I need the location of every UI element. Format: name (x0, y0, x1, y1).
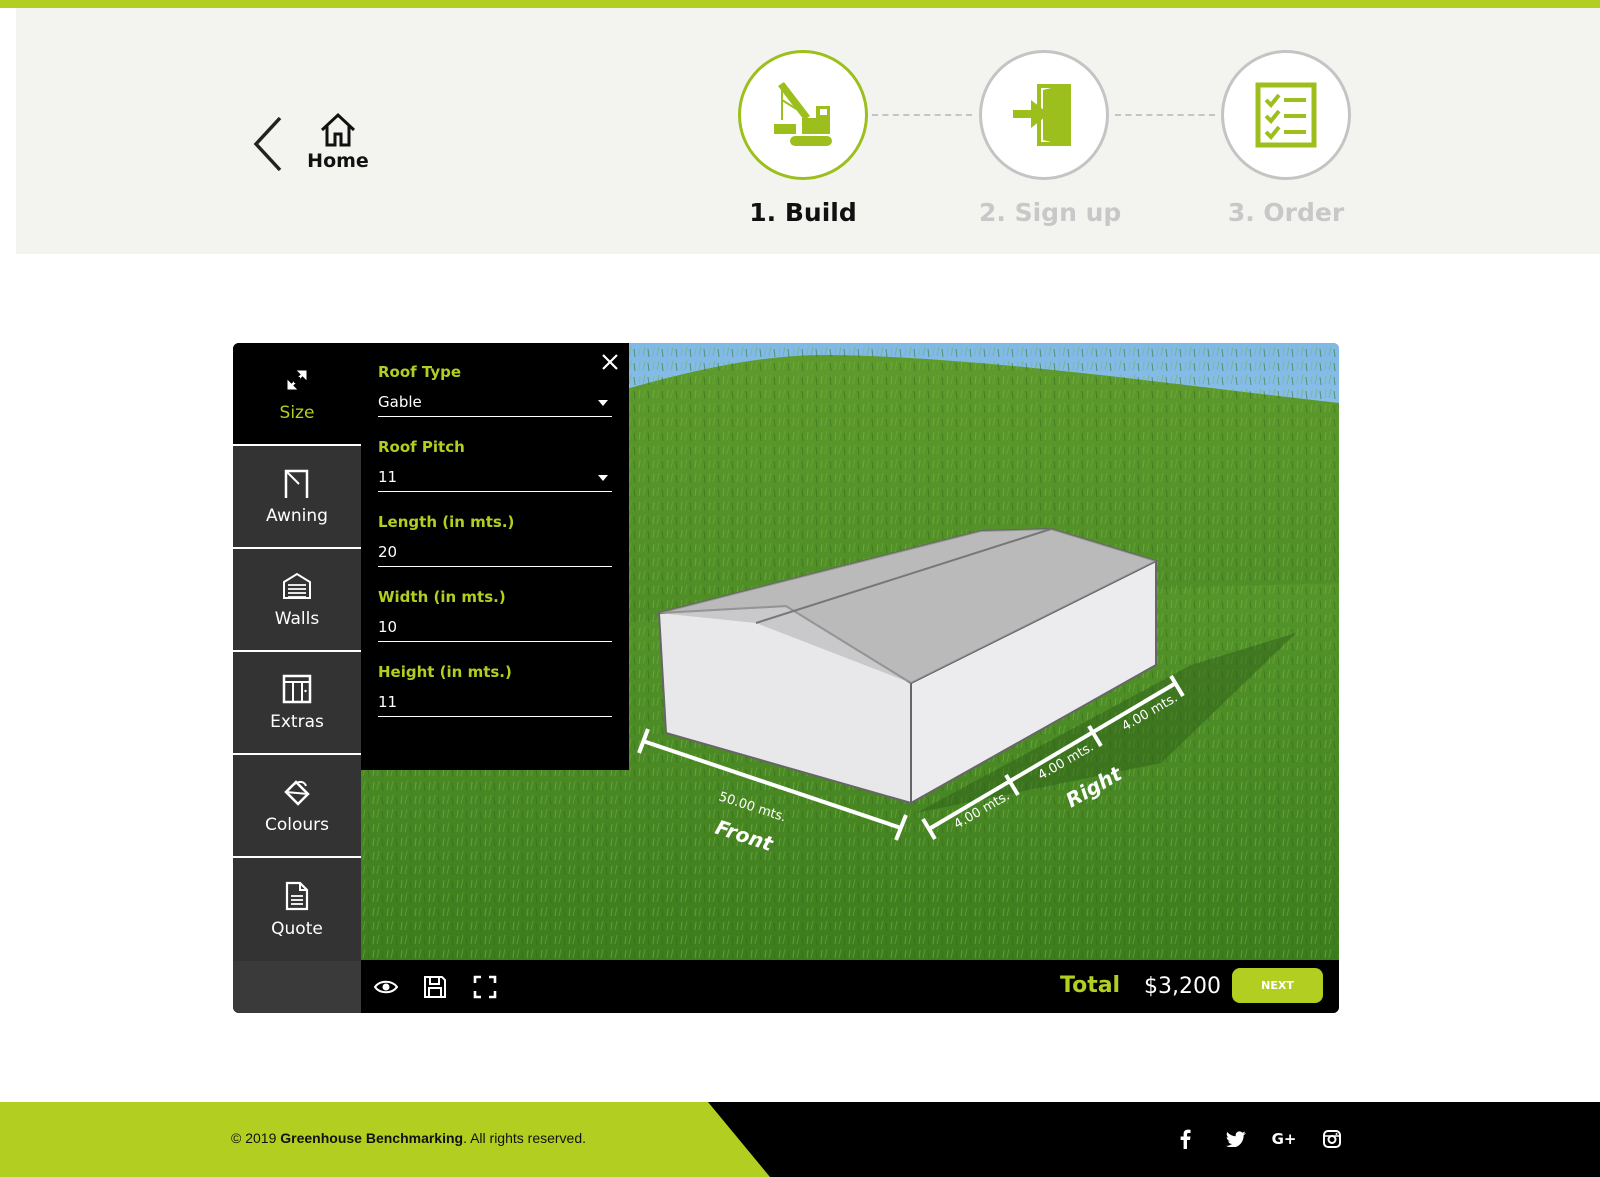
home-label[interactable]: Home (298, 150, 378, 172)
roof-type-value[interactable]: Gable (378, 393, 422, 411)
configurator: 50.00 mts. Front 4.00 mts. 4.00 mts. 4.0… (233, 343, 1339, 1013)
roof-pitch-select[interactable]: 11 (378, 462, 612, 492)
height-field: Height (in mts.) 11 (378, 663, 612, 717)
close-icon[interactable] (599, 351, 621, 373)
size-panel: Roof Type Gable Roof Pitch 11 Length (in… (361, 343, 629, 770)
facebook-icon[interactable] (1173, 1127, 1197, 1151)
copyright-suffix: . All rights reserved. (463, 1130, 587, 1146)
step-sign-up[interactable]: 2. Sign up (979, 50, 1122, 227)
step-build-label: 1. Build (749, 198, 857, 227)
sidebar-item-quote[interactable]: Quote (233, 858, 361, 961)
awning-icon (282, 468, 312, 498)
step-sign-up-label: 2. Sign up (979, 198, 1122, 227)
step-build-circle[interactable] (738, 50, 868, 180)
back-arrow-icon[interactable] (250, 114, 290, 174)
bottom-toolbar: Total $3,200 NEXT (361, 960, 1339, 1013)
sidebar-item-size[interactable]: Size (233, 343, 361, 446)
dropdown-caret-icon[interactable] (598, 400, 608, 406)
height-label: Height (in mts.) (378, 663, 512, 681)
sidebar-item-label: Colours (264, 814, 329, 835)
sidebar-item-label: Walls (274, 608, 320, 629)
step-build[interactable]: 1. Build (738, 50, 868, 227)
top-accent-bar (0, 0, 1600, 8)
height-value[interactable]: 11 (378, 693, 397, 711)
paint-bucket-icon (282, 777, 312, 807)
resize-arrows-icon (282, 365, 312, 395)
sidebar-item-label: Awning (266, 505, 328, 526)
copyright-text: © 2019 Greenhouse Benchmarking. All righ… (231, 1130, 586, 1146)
sidebar-item-walls[interactable]: Walls (233, 549, 361, 652)
document-icon (282, 881, 312, 911)
sidebar-item-label: Size (279, 402, 315, 423)
home-icon (320, 112, 356, 147)
width-value[interactable]: 10 (378, 618, 397, 636)
total-label: Total (1060, 973, 1121, 998)
total-value: $3,200 (1144, 974, 1221, 999)
roof-type-select[interactable]: Gable (378, 387, 612, 417)
crane-icon (774, 82, 832, 146)
twitter-icon[interactable] (1224, 1127, 1248, 1151)
header: Home 1. Build 2. Sign up 3. Order (16, 8, 1600, 254)
next-button[interactable]: NEXT (1232, 968, 1323, 1003)
step-sign-up-circle[interactable] (979, 50, 1109, 180)
roof-pitch-field: Roof Pitch 11 (378, 438, 612, 492)
sidebar-item-colours[interactable]: Colours (233, 755, 361, 858)
sidebar: Size Awning Walls Extras Colours Quote (233, 343, 361, 1013)
fullscreen-icon[interactable] (472, 974, 498, 1000)
window-icon (282, 674, 312, 704)
google-plus-icon[interactable]: G+ (1272, 1127, 1297, 1151)
length-input[interactable]: 20 (378, 537, 612, 567)
home-block[interactable]: Home (298, 112, 378, 172)
checklist-icon (1255, 82, 1317, 148)
dropdown-caret-icon[interactable] (598, 475, 608, 481)
length-value[interactable]: 20 (378, 543, 397, 561)
roof-type-field: Roof Type Gable (378, 363, 612, 417)
roof-pitch-label: Roof Pitch (378, 438, 465, 456)
height-input[interactable]: 11 (378, 687, 612, 717)
width-input[interactable]: 10 (378, 612, 612, 642)
sidebar-item-label: Extras (270, 711, 324, 732)
garage-door-icon (282, 571, 312, 601)
width-field: Width (in mts.) 10 (378, 588, 612, 642)
company-name[interactable]: Greenhouse Benchmarking (280, 1130, 463, 1146)
step-order-label: 3. Order (1227, 198, 1345, 227)
footer: © 2019 Greenhouse Benchmarking. All righ… (0, 1102, 1600, 1177)
length-label: Length (in mts.) (378, 513, 515, 531)
sidebar-item-extras[interactable]: Extras (233, 652, 361, 755)
save-icon[interactable] (422, 974, 448, 1000)
sidebar-item-label: Quote (271, 918, 323, 939)
step-connector (1115, 114, 1215, 116)
sidebar-item-awning[interactable]: Awning (233, 446, 361, 549)
width-label: Width (in mts.) (378, 588, 506, 606)
sign-in-door-icon (1013, 84, 1071, 146)
step-connector (872, 114, 972, 116)
roof-type-label: Roof Type (378, 363, 462, 381)
copyright-prefix: © 2019 (231, 1130, 281, 1146)
home-link[interactable]: Home (250, 112, 380, 182)
length-field: Length (in mts.) 20 (378, 513, 612, 567)
step-order-circle[interactable] (1221, 50, 1351, 180)
roof-pitch-value[interactable]: 11 (378, 468, 397, 486)
eye-icon[interactable] (373, 974, 399, 1000)
instagram-icon[interactable] (1320, 1127, 1344, 1151)
step-order[interactable]: 3. Order (1221, 50, 1351, 227)
